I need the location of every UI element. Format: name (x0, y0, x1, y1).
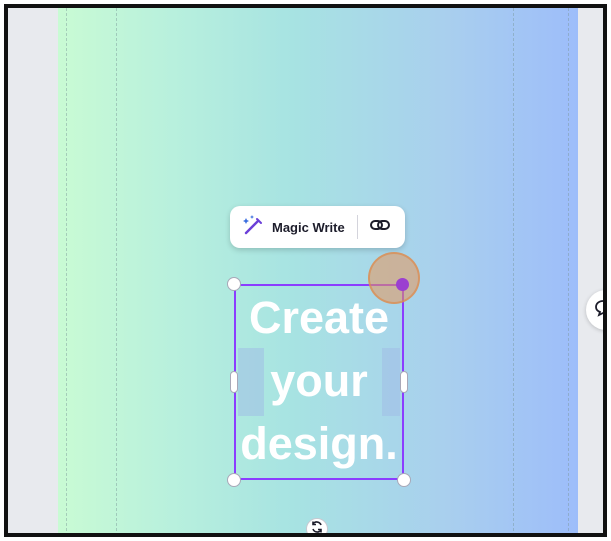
magic-write-label: Magic Write (272, 219, 345, 235)
resize-handle-top-right[interactable] (396, 278, 409, 291)
margin-guide (116, 8, 117, 533)
resize-handle-top-left[interactable] (227, 277, 241, 291)
magic-wand-icon (240, 213, 266, 242)
rotate-icon (310, 520, 324, 534)
margin-guide (513, 8, 514, 533)
comment-icon (594, 299, 603, 322)
resize-handle-right[interactable] (400, 371, 408, 393)
link-button[interactable] (358, 206, 402, 248)
magic-write-button[interactable]: Magic Write (230, 206, 345, 248)
editor-viewport: Magic Write Create your design. (4, 4, 607, 537)
resize-handle-left[interactable] (230, 371, 238, 393)
pointer-highlight (368, 252, 420, 304)
link-icon (369, 214, 391, 241)
resize-handle-bottom-left[interactable] (227, 473, 241, 487)
rotate-button[interactable] (306, 518, 328, 534)
margin-guide (568, 8, 569, 533)
margin-guide (66, 8, 67, 533)
comment-button[interactable] (586, 290, 603, 330)
floating-toolbar: Magic Write (230, 206, 405, 248)
resize-handle-bottom-right[interactable] (397, 473, 411, 487)
selection-box (234, 284, 404, 480)
